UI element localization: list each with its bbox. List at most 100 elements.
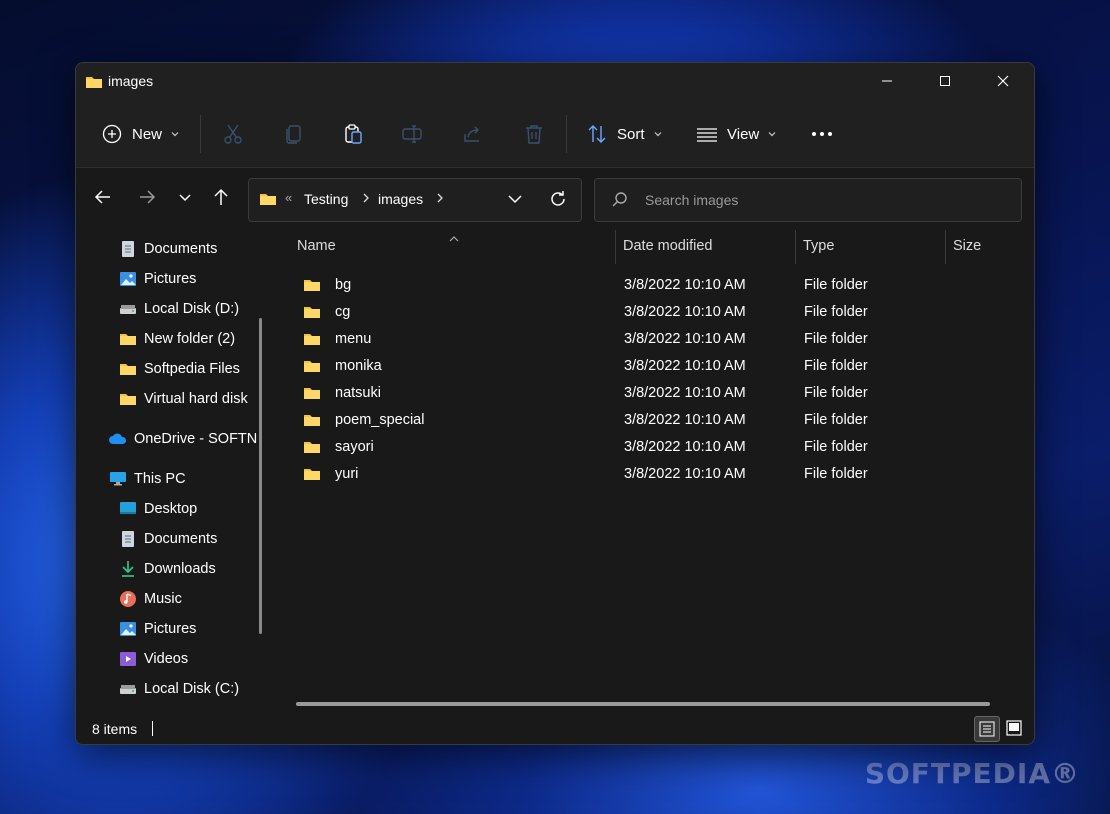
address-history-button[interactable]	[507, 191, 523, 210]
column-header-name[interactable]: Name	[297, 238, 336, 254]
vertical-scrollbar[interactable]	[259, 318, 262, 634]
view-button[interactable]: View	[696, 117, 777, 151]
file-name: poem_special	[335, 412, 425, 428]
details-view-button[interactable]	[974, 716, 1000, 742]
arrow-up-icon	[214, 188, 228, 205]
documents-icon	[118, 529, 138, 549]
paste-button[interactable]	[342, 117, 364, 151]
breadcrumb-images[interactable]: images	[378, 191, 423, 207]
column-divider[interactable]	[795, 230, 796, 264]
column-header-size[interactable]: Size	[953, 238, 981, 254]
sidebar-item[interactable]: Virtual hard disk	[118, 386, 248, 412]
file-row[interactable]: cg 3/8/2022 10:10 AM File folder	[294, 299, 1014, 326]
share-button[interactable]	[461, 117, 483, 151]
sidebar-item[interactable]: Downloads	[118, 556, 216, 582]
sidebar-item[interactable]: Documents	[118, 526, 217, 552]
documents-icon	[118, 239, 138, 259]
search-input[interactable]	[643, 191, 1007, 209]
chevron-right-icon	[361, 189, 371, 210]
folder-icon	[85, 74, 103, 93]
horizontal-scrollbar[interactable]	[296, 702, 990, 706]
sidebar-item[interactable]: Desktop	[118, 496, 197, 522]
sidebar-item[interactable]: Pictures	[118, 616, 196, 642]
toolbar-separator	[200, 115, 201, 153]
music-icon	[118, 589, 138, 609]
column-header-date[interactable]: Date modified	[623, 238, 712, 254]
window-title: images	[108, 73, 154, 89]
breadcrumb-testing[interactable]: Testing	[304, 191, 348, 207]
sidebar-item[interactable]: OneDrive - SOFTN	[108, 426, 257, 452]
file-name: menu	[335, 331, 372, 347]
more-icon	[812, 132, 832, 136]
see-more-button[interactable]	[810, 117, 834, 151]
file-row[interactable]: menu 3/8/2022 10:10 AM File folder	[294, 326, 1014, 353]
sidebar-item[interactable]: Documents	[118, 236, 217, 262]
softpedia-watermark: SOFTPEDIA®	[864, 757, 1080, 790]
delete-button[interactable]	[523, 117, 545, 151]
file-row[interactable]: sayori 3/8/2022 10:10 AM File folder	[294, 434, 1014, 461]
large-icons-view-button[interactable]	[1002, 716, 1026, 740]
maximize-button[interactable]	[916, 63, 974, 99]
maximize-icon	[940, 76, 950, 86]
sidebar-item[interactable]: New folder (2)	[118, 326, 235, 352]
large-icons-view-icon	[1006, 720, 1022, 736]
sidebar-item-label: Desktop	[144, 501, 198, 517]
sidebar-item[interactable]: Pictures	[118, 266, 196, 292]
status-bar: 8 items	[76, 711, 1034, 744]
column-divider[interactable]	[945, 230, 946, 264]
sidebar-item[interactable]: Softpedia Files	[118, 356, 240, 382]
sidebar-item[interactable]: Videos	[118, 646, 188, 672]
file-type: File folder	[804, 385, 868, 401]
address-bar[interactable]: « Testing images	[248, 178, 582, 222]
folder-icon	[303, 412, 328, 428]
file-row[interactable]: poem_special 3/8/2022 10:10 AM File folder	[294, 407, 1014, 434]
file-type: File folder	[804, 466, 868, 482]
rename-button[interactable]	[401, 117, 423, 151]
view-label: View	[727, 125, 760, 143]
toolbar-separator	[566, 115, 567, 153]
sidebar-item[interactable]: This PC	[108, 466, 186, 492]
up-button[interactable]	[206, 182, 236, 212]
cut-button[interactable]	[222, 117, 244, 151]
chevron-down-icon	[654, 132, 661, 137]
new-button[interactable]: New	[102, 117, 180, 151]
file-row[interactable]: natsuki 3/8/2022 10:10 AM File folder	[294, 380, 1014, 407]
folder-icon	[303, 331, 328, 347]
close-button[interactable]	[974, 63, 1032, 99]
file-date: 3/8/2022 10:10 AM	[624, 466, 746, 482]
sidebar-item-label: Downloads	[144, 561, 216, 577]
file-row[interactable]: bg 3/8/2022 10:10 AM File folder	[294, 272, 1014, 299]
folder-icon	[303, 304, 328, 320]
minimize-icon	[882, 80, 892, 82]
file-type: File folder	[804, 277, 868, 293]
copy-button[interactable]	[283, 117, 305, 151]
sidebar-item[interactable]: Local Disk (D:)	[118, 296, 239, 322]
sidebar-item[interactable]: Music	[118, 586, 182, 612]
file-date: 3/8/2022 10:10 AM	[624, 331, 746, 347]
close-icon	[997, 75, 1009, 87]
navigation-bar: « Testing images	[76, 168, 1034, 230]
chevron-right-icon	[435, 189, 445, 210]
sidebar-item[interactable]: Local Disk (C:)	[118, 676, 239, 702]
column-divider[interactable]	[615, 230, 616, 264]
column-header-type[interactable]: Type	[803, 238, 834, 254]
sidebar-item-label: Documents	[144, 241, 218, 257]
refresh-button[interactable]	[549, 190, 567, 211]
minimize-button[interactable]	[858, 63, 916, 99]
sidebar-item[interactable]: Local Disk (D:)	[118, 706, 239, 710]
item-count: 8 items	[92, 721, 138, 737]
recent-locations-button[interactable]	[170, 182, 200, 212]
file-row[interactable]: monika 3/8/2022 10:10 AM File folder	[294, 353, 1014, 380]
search-box[interactable]	[594, 178, 1022, 222]
arrow-right-icon	[140, 190, 156, 204]
forward-button[interactable]	[132, 182, 162, 212]
sort-button[interactable]: Sort	[586, 117, 663, 151]
file-row[interactable]: yuri 3/8/2022 10:10 AM File folder	[294, 461, 1014, 488]
plus-circle-icon	[102, 124, 122, 144]
folder-icon	[118, 389, 138, 409]
view-list-icon	[697, 128, 717, 142]
downloads-icon	[118, 559, 138, 579]
navigation-pane: Documents Pictures Local Disk (D:) New fold…	[76, 230, 269, 710]
back-button[interactable]	[88, 182, 118, 212]
paste-icon	[345, 124, 362, 144]
